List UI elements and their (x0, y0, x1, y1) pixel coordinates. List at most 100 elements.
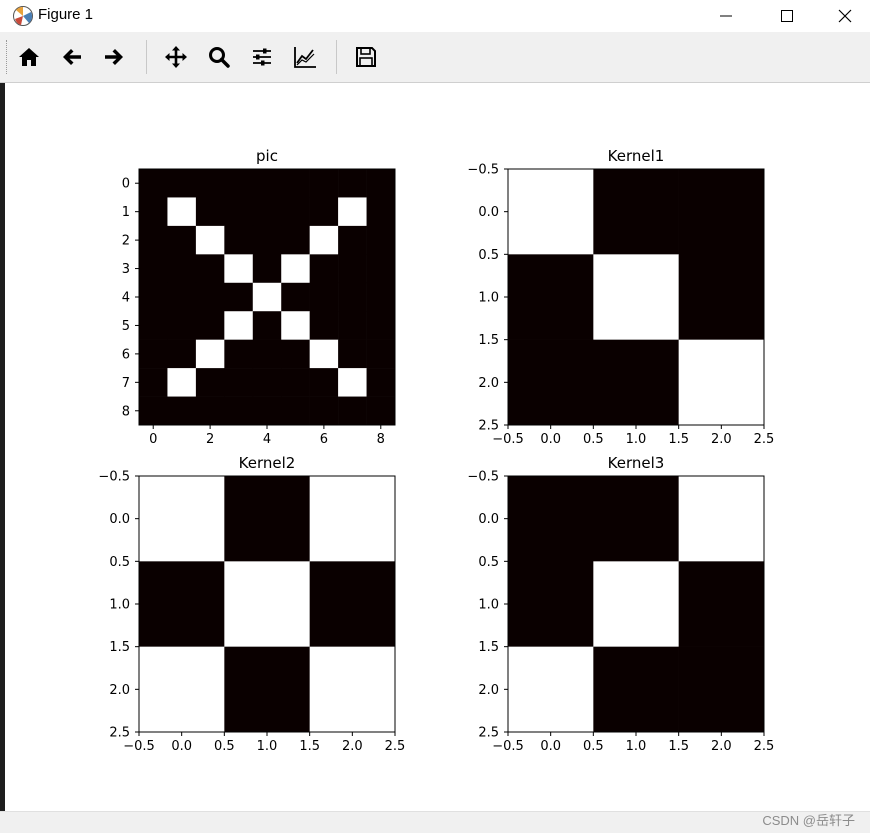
heatmap-cell (338, 368, 367, 397)
window-title: Figure 1 (38, 6, 94, 23)
x-tick-label: −0.5 (492, 432, 524, 447)
heatmap-cell (678, 169, 765, 255)
heatmap-cell (139, 339, 168, 369)
x-tick-label: 0.5 (583, 432, 604, 447)
heatmap-cell (281, 311, 310, 340)
subplot-4: Kernel3−0.5 0.0 0.5 1.0 1.5 2.0 2.5−0.50.00.51… (467, 454, 774, 754)
heatmap-cell (593, 476, 679, 562)
x-tick-label: 4 (263, 432, 271, 447)
y-tick-label: 0.5 (109, 555, 130, 570)
y-tick-label: 2.5 (478, 419, 499, 434)
heatmap-cell (195, 197, 225, 227)
heatmap-cell (508, 476, 594, 562)
heatmap-cell (593, 646, 679, 733)
y-tick-label: 2.0 (109, 683, 130, 698)
x-tick-label: 1.5 (668, 739, 689, 754)
y-tick-label: 1.0 (478, 291, 499, 306)
edit-axes-button[interactable] (289, 41, 321, 73)
heatmap-cell (366, 396, 396, 426)
line-chart-icon (294, 47, 316, 68)
subplot-title: Kernel3 (608, 454, 665, 472)
heatmap-cell (593, 169, 679, 255)
y-tick-label: 1 (122, 205, 130, 220)
y-tick-label: 5 (122, 319, 130, 334)
heatmap-cell (309, 561, 396, 647)
heatmap-cell (309, 225, 339, 255)
heatmap-cell (338, 197, 367, 227)
forward-button[interactable] (98, 41, 130, 73)
heatmap-cell (252, 169, 282, 198)
y-tick-label: 3 (122, 262, 130, 277)
x-tick-label: 1.5 (299, 739, 320, 754)
heatmap-cell (167, 169, 197, 198)
heatmap-cell (224, 339, 254, 369)
figure-canvas[interactable]: pic 0 2 4 6 8 0 1 2 3 4 5 6 7 8 Kernel1 −0.5 0.0 0.5 1.0 1.5… (0, 83, 870, 811)
home-button[interactable] (13, 41, 45, 73)
heatmap-cell (281, 169, 310, 198)
heatmap-cell (366, 311, 396, 340)
toolbar-grip[interactable] (6, 40, 9, 74)
heatmap-cell (139, 169, 168, 198)
title-bar[interactable]: Figure 1 (0, 0, 870, 32)
x-tick-label: 0.0 (540, 432, 561, 447)
close-button[interactable] (822, 0, 868, 32)
heatmap-cell (309, 396, 339, 426)
magnifier-icon (209, 47, 230, 68)
subplot-3: Kernel2−0.5 0.0 0.5 1.0 1.5 2.0 2.5−0.50.00.51… (98, 454, 405, 754)
x-tick-label: 0.5 (583, 739, 604, 754)
heatmap-cell (167, 225, 197, 255)
heatmap-cell (366, 169, 396, 198)
x-tick-label: −0.5 (492, 739, 524, 754)
sliders-icon (253, 48, 271, 66)
heatmap-cell (252, 225, 282, 255)
heatmap-cell (252, 197, 282, 227)
heatmap-cell (593, 561, 679, 647)
heatmap-cell (167, 254, 197, 284)
y-tick-label: 0.5 (478, 555, 499, 570)
configure-subplots-button[interactable] (246, 41, 278, 73)
heatmap-cell (252, 311, 282, 340)
heatmap-cell (593, 339, 679, 426)
heatmap-cell (195, 311, 225, 340)
heatmap-cell (281, 396, 310, 426)
back-button[interactable] (56, 41, 88, 73)
x-tick-label: 2.0 (711, 739, 732, 754)
heatmap-cell (338, 339, 367, 369)
x-tick-label: 0 (149, 432, 157, 447)
zoom-button[interactable] (203, 41, 235, 73)
minimize-icon (720, 15, 732, 17)
heatmap-cell (252, 339, 282, 369)
heatmap-cell (224, 311, 254, 340)
heatmap-cell (281, 254, 310, 284)
heatmap-cell (678, 561, 765, 647)
heatmap-cell (139, 254, 168, 284)
x-tick-label: 1.0 (257, 739, 278, 754)
maximize-button[interactable] (764, 0, 810, 32)
arrow-left-icon (63, 49, 81, 65)
save-button[interactable] (350, 41, 382, 73)
heatmap-cell (139, 225, 168, 255)
heatmap-cell (366, 254, 396, 284)
heatmap-cell (224, 282, 254, 312)
heatmap-cell (678, 254, 765, 340)
heatmap-cell (224, 254, 254, 284)
y-tick-label: 2.0 (478, 683, 499, 698)
heatmap-cell (139, 197, 168, 227)
maximize-icon (781, 10, 793, 22)
y-tick-label: 1.0 (109, 598, 130, 613)
pan-button[interactable] (160, 41, 192, 73)
heatmap-cell (167, 197, 197, 227)
y-tick-label: −0.5 (98, 470, 130, 485)
heatmap-cell (195, 339, 225, 369)
minimize-button[interactable] (703, 0, 749, 32)
y-tick-label: 0 (122, 177, 130, 192)
heatmap-cell (309, 197, 339, 227)
heatmap-cell (593, 254, 679, 340)
y-tick-label: 2.5 (478, 726, 499, 741)
status-bar: CSDN @岳轩子 (0, 811, 870, 833)
y-tick-label: 2.0 (478, 376, 499, 391)
y-tick-label: 2 (122, 234, 130, 249)
heatmap-cell (366, 197, 396, 227)
heatmap-cell (139, 646, 225, 733)
heatmap-cell (224, 197, 254, 227)
